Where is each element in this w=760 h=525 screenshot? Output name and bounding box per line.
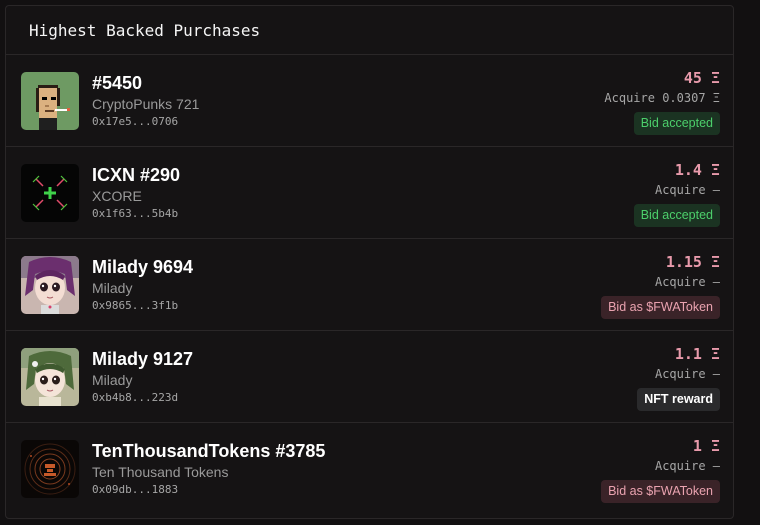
price-value: 1.1 (674, 345, 702, 363)
status-badge: Bid accepted (633, 204, 720, 227)
wallet-address[interactable]: 0x9865...3f1b (92, 298, 193, 314)
price-value: 1.4 (674, 161, 702, 179)
panel-header: Highest Backed Purchases (6, 6, 733, 55)
price: 45 Ξ (604, 68, 720, 88)
price: 1.4 Ξ (634, 160, 720, 180)
cryptopunk-thumbnail[interactable] (21, 72, 79, 130)
status-badge: Bid as $FWAToken (601, 480, 720, 503)
purchase-row[interactable]: Milady 9694 Milady 0x9865...3f1b 1.15 Ξ … (6, 239, 733, 331)
icxn-thumbnail[interactable] (21, 164, 79, 222)
purchase-row[interactable]: Milady 9127 Milady 0xb4b8...223d 1.1 Ξ A… (6, 331, 733, 423)
milady-thumbnail[interactable] (21, 256, 79, 314)
wallet-address[interactable]: 0xb4b8...223d (92, 390, 193, 406)
purchase-row[interactable]: TenThousandTokens #3785 Ten Thousand Tok… (6, 423, 733, 515)
collection-name: Milady (92, 372, 133, 388)
nft-title[interactable]: ICXN #290 (92, 164, 180, 186)
acquire-price: Acquire — (654, 183, 720, 197)
price: 1 Ξ (601, 436, 720, 456)
wallet-address[interactable]: 0x09db...1883 (92, 482, 325, 498)
status-badge: Bid accepted (633, 112, 720, 135)
milady-thumbnail[interactable] (21, 348, 79, 406)
acquire-price: Acquire 0.0307 Ξ (604, 91, 720, 105)
collection-name: CryptoPunks 721 (92, 96, 200, 112)
collection-name: Milady (92, 280, 133, 296)
acquire-price: Acquire — (654, 275, 720, 289)
eth-icon: Ξ (710, 437, 720, 455)
wallet-address[interactable]: 0x1f63...5b4b (92, 206, 180, 222)
acquire-price: Acquire — (654, 367, 720, 381)
price-value: 1.15 (665, 253, 702, 271)
eth-icon: Ξ (710, 161, 720, 179)
panel-title: Highest Backed Purchases (29, 20, 261, 40)
nft-title[interactable]: Milady 9694 (92, 256, 193, 278)
price: 1.1 Ξ (637, 344, 720, 364)
purchase-row[interactable]: ICXN #290 XCORE 0x1f63...5b4b 1.4 Ξ Acqu… (6, 147, 733, 239)
tenthousandtokens-thumbnail[interactable] (21, 440, 79, 498)
collection-name: XCORE (92, 188, 142, 204)
nft-title[interactable]: TenThousandTokens #3785 (92, 440, 325, 462)
eth-icon: Ξ (710, 69, 720, 87)
price-value: 1 (692, 437, 702, 455)
purchase-row[interactable]: #5450 CryptoPunks 721 0x17e5...0706 45 Ξ… (6, 55, 733, 147)
price: 1.15 Ξ (601, 252, 720, 272)
eth-icon: Ξ (710, 253, 720, 271)
eth-icon: Ξ (710, 345, 720, 363)
status-badge: NFT reward (637, 388, 720, 411)
nft-title[interactable]: #5450 (92, 72, 199, 94)
nft-title[interactable]: Milady 9127 (92, 348, 193, 370)
collection-name: Ten Thousand Tokens (92, 464, 229, 480)
acquire-price: Acquire — (654, 459, 720, 473)
status-badge: Bid as $FWAToken (601, 296, 720, 319)
price-value: 45 (683, 69, 702, 87)
purchases-panel: Highest Backed Purchases #5450 CryptoPun… (5, 5, 734, 519)
wallet-address[interactable]: 0x17e5...0706 (92, 114, 199, 130)
